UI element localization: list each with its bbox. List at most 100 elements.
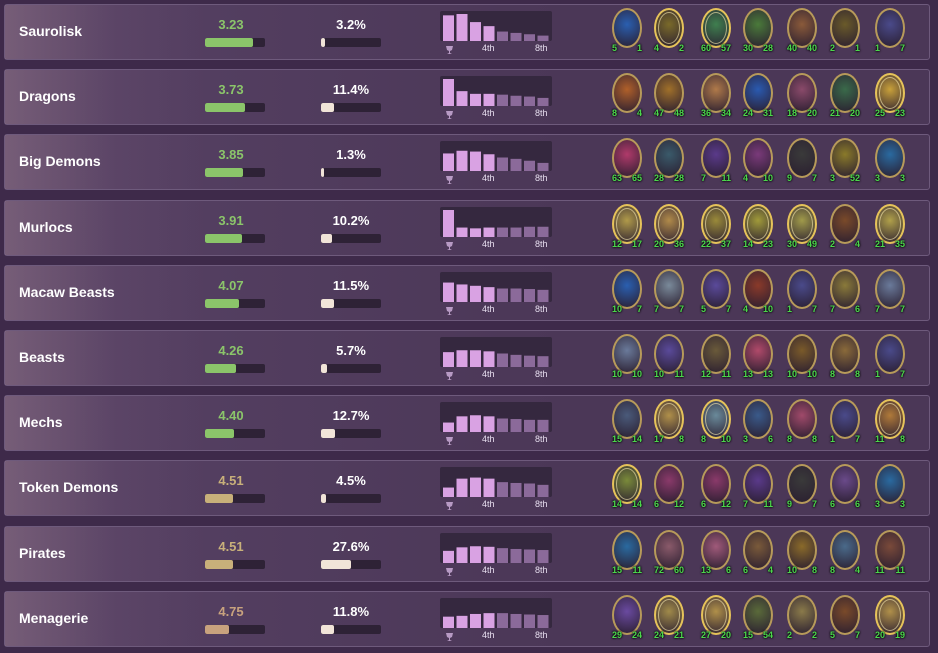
histogram-bar-place-4 bbox=[483, 154, 495, 172]
minion-card[interactable]: 10 10 bbox=[610, 333, 644, 379]
minion-card[interactable]: 17 bbox=[785, 268, 819, 314]
histogram-bar-place-6 bbox=[510, 419, 522, 433]
minion-card[interactable]: 17 8 bbox=[652, 398, 686, 444]
pick-rate-bar bbox=[321, 559, 381, 569]
minion-card[interactable]: 13 6 bbox=[699, 529, 733, 575]
minion-health: 4 bbox=[854, 238, 860, 249]
minion-card[interactable]: 36 34 bbox=[699, 72, 733, 118]
minion-card[interactable]: 64 bbox=[741, 529, 775, 575]
minion-card[interactable]: 22 37 bbox=[699, 203, 733, 249]
histogram-bar-place-4 bbox=[483, 479, 495, 498]
minion-lineup: 10 7 7 7 5 7 4 10 1 7 7 6 7 7 bbox=[610, 266, 910, 320]
minion-card[interactable]: 88 bbox=[785, 398, 819, 444]
comp-row[interactable]: Saurolisk 3.23 3.2% 4th 8th 5 1 4 2 60 57 30 28 40 40 2… bbox=[4, 4, 930, 60]
comp-row[interactable]: Dragons 3.73 11.4% 4th 8th 8 4 47 48 36 34 24 31 18 20… bbox=[4, 69, 930, 126]
minion-card[interactable]: 6 12 bbox=[699, 463, 733, 509]
minion-card[interactable]: 3 52 bbox=[828, 137, 862, 183]
minion-card[interactable]: 17 bbox=[873, 7, 907, 53]
minion-card[interactable]: 10 8 bbox=[785, 529, 819, 575]
minion-card[interactable]: 76 bbox=[828, 268, 862, 314]
minion-card[interactable]: 21 35 bbox=[873, 203, 907, 249]
comp-row[interactable]: Menagerie 4.75 11.8% 4th 8th 29 24 24 21 27 20 15 54… bbox=[4, 590, 930, 647]
minion-card[interactable]: 30 28 bbox=[741, 7, 775, 53]
minion-health: 48 bbox=[673, 108, 684, 119]
minion-card[interactable]: 18 20 bbox=[785, 72, 819, 118]
minion-card[interactable]: 88 bbox=[828, 333, 862, 379]
minion-card[interactable]: 33 bbox=[873, 463, 907, 509]
minion-card[interactable]: 42 bbox=[652, 7, 686, 53]
minion-card[interactable]: 57 bbox=[699, 268, 733, 314]
minion-card[interactable]: 15 14 bbox=[610, 398, 644, 444]
histogram-bar-place-5 bbox=[497, 288, 508, 302]
minion-card[interactable]: 24 31 bbox=[741, 72, 775, 118]
minion-card[interactable]: 63 65 bbox=[610, 137, 644, 183]
minion-card[interactable]: 27 20 bbox=[699, 594, 733, 640]
placement-histogram-svg bbox=[443, 612, 549, 628]
minion-card[interactable]: 20 19 bbox=[873, 594, 907, 640]
minion-card[interactable]: 10 11 bbox=[652, 333, 686, 379]
minion-card[interactable]: 22 bbox=[785, 594, 819, 640]
comp-row[interactable]: Beasts 4.26 5.7% 4th 8th 10 10 10 11 12 11 13 13 10 10… bbox=[4, 330, 930, 386]
minion-card[interactable]: 66 bbox=[828, 463, 862, 509]
minion-card[interactable]: 11 11 bbox=[873, 529, 907, 575]
minion-card[interactable]: 77 bbox=[873, 268, 907, 314]
minion-card[interactable]: 14 14 bbox=[610, 463, 644, 509]
minion-card[interactable]: 84 bbox=[828, 529, 862, 575]
minion-card[interactable]: 28 28 bbox=[652, 137, 686, 183]
minion-card[interactable]: 11 8 bbox=[873, 398, 907, 444]
minion-card[interactable]: 17 bbox=[828, 398, 862, 444]
comp-name: Saurolisk bbox=[19, 23, 83, 39]
minion-card[interactable]: 97 bbox=[785, 137, 819, 183]
comp-row[interactable]: Pirates 4.51 27.6% 4th 8th 15 11 72 60 13 6 6 4 10 8 8 4… bbox=[4, 525, 930, 582]
minion-card[interactable]: 84 bbox=[610, 72, 644, 118]
comp-row[interactable]: Murlocs 3.91 10.2% 4th 8th 12 17 20 36 22 37 14 23 30… bbox=[4, 199, 930, 256]
minion-lineup: 14 14 6 12 6 12 7 11 9 7 6 6 3 3 bbox=[610, 461, 910, 515]
minion-card[interactable]: 7 11 bbox=[741, 463, 775, 509]
comp-row[interactable]: Mechs 4.40 12.7% 4th 8th 15 14 17 8 8 10 3 6 8 8 1 7 11 8 bbox=[4, 395, 930, 452]
minion-card[interactable]: 36 bbox=[741, 398, 775, 444]
minion-attack: 10 bbox=[787, 564, 798, 575]
minion-card[interactable]: 24 21 bbox=[652, 594, 686, 640]
minion-card[interactable]: 15 54 bbox=[741, 594, 775, 640]
minion-attack: 5 bbox=[701, 303, 707, 314]
minion-card[interactable]: 12 17 bbox=[610, 203, 644, 249]
minion-card[interactable]: 47 48 bbox=[652, 72, 686, 118]
minion-card[interactable]: 21 bbox=[828, 7, 862, 53]
minion-card[interactable]: 8 10 bbox=[699, 398, 733, 444]
minion-card[interactable]: 40 40 bbox=[785, 7, 819, 53]
minion-card[interactable]: 6 12 bbox=[652, 463, 686, 509]
minion-card[interactable]: 33 bbox=[873, 137, 907, 183]
comp-row[interactable]: Token Demons 4.51 4.5% 4th 8th 14 14 6 12 6 12 7 11 9… bbox=[4, 460, 930, 517]
minion-attack: 7 bbox=[743, 499, 749, 510]
minion-card[interactable]: 13 13 bbox=[741, 333, 775, 379]
minion-card[interactable]: 24 bbox=[828, 203, 862, 249]
minion-card[interactable]: 17 bbox=[873, 333, 907, 379]
minion-card[interactable]: 20 36 bbox=[652, 203, 686, 249]
minion-card[interactable]: 51 bbox=[610, 7, 644, 53]
pick-rate-value: 4.5% bbox=[336, 473, 366, 489]
minion-card[interactable]: 30 49 bbox=[785, 203, 819, 249]
minion-card[interactable]: 7 11 bbox=[699, 137, 733, 183]
minion-card[interactable]: 15 11 bbox=[610, 529, 644, 575]
minion-card[interactable]: 21 20 bbox=[828, 72, 862, 118]
minion-card[interactable]: 10 7 bbox=[610, 268, 644, 314]
comp-row[interactable]: Macaw Beasts 4.07 11.5% 4th 8th 10 7 7 7 5 7 4 10 1 7 7… bbox=[4, 264, 930, 321]
minion-card[interactable]: 10 10 bbox=[785, 333, 819, 379]
first-place-trophy-icon bbox=[445, 303, 454, 315]
minion-card[interactable]: 72 60 bbox=[652, 529, 686, 575]
comp-row[interactable]: Big Demons 3.85 1.3% 4th 8th 63 65 28 28 7 11 4 10 9 7… bbox=[4, 134, 930, 191]
minion-card[interactable]: 4 10 bbox=[741, 137, 775, 183]
minion-card[interactable]: 97 bbox=[785, 463, 819, 509]
minion-card[interactable]: 77 bbox=[652, 268, 686, 314]
minion-card[interactable]: 14 23 bbox=[741, 203, 775, 249]
minion-card[interactable]: 57 bbox=[828, 594, 862, 640]
minion-attack: 14 bbox=[743, 238, 754, 249]
minion-health: 11 bbox=[674, 369, 684, 379]
minion-card[interactable]: 4 10 bbox=[741, 268, 775, 314]
minion-card[interactable]: 29 24 bbox=[610, 594, 644, 640]
pick-rate-bar-fill bbox=[321, 429, 335, 439]
minion-card[interactable]: 25 23 bbox=[873, 72, 907, 118]
minion-card[interactable]: 12 11 bbox=[699, 333, 733, 379]
minion-attack: 72 bbox=[654, 564, 665, 575]
minion-card[interactable]: 60 57 bbox=[699, 7, 733, 53]
